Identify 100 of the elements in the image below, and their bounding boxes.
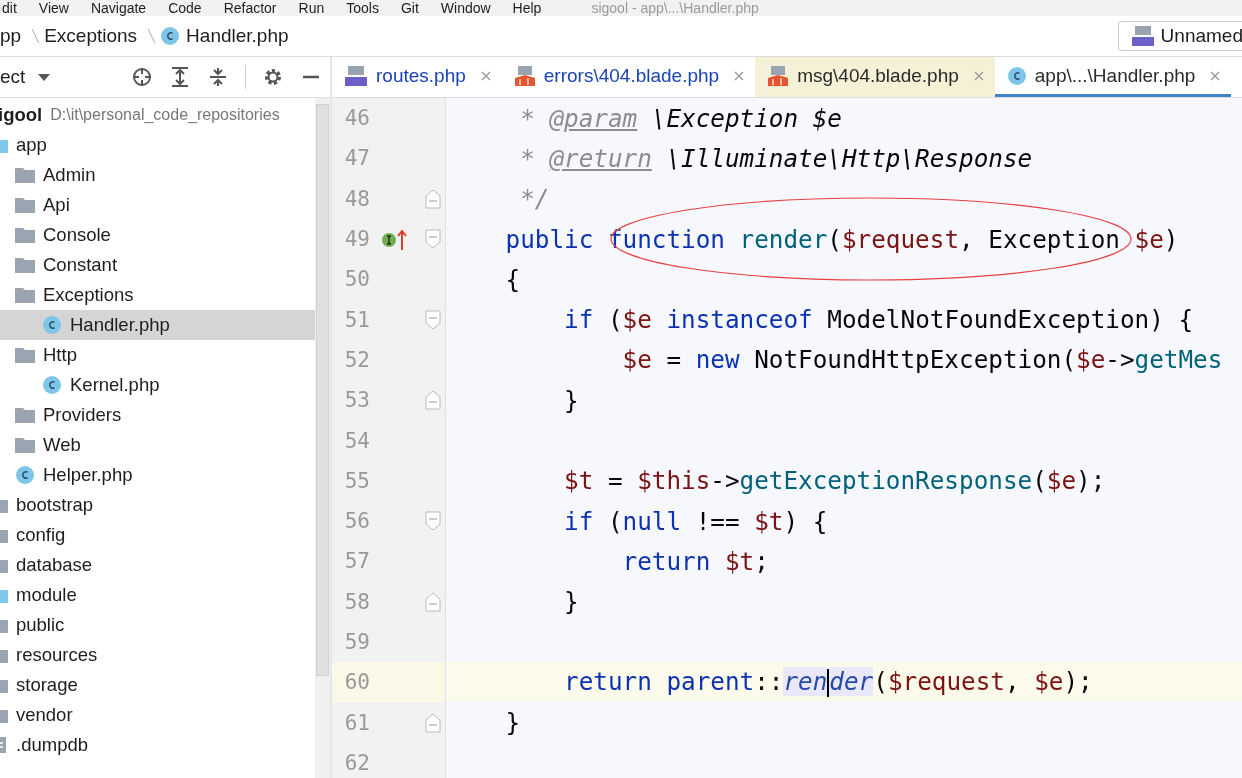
tree-item[interactable]: Admin: [0, 160, 315, 190]
code-line: $t = $this->getExceptionResponse($e);: [563, 466, 1106, 496]
fold-icon[interactable]: [424, 188, 441, 209]
line-number: 48: [343, 186, 370, 211]
menu-item[interactable]: Help: [512, 0, 542, 16]
tree-item[interactable]: module: [0, 580, 315, 610]
breadcrumb-item[interactable]: Exceptions: [44, 25, 142, 47]
editor-tab[interactable]: routes.php: [332, 57, 502, 97]
line-number: 53: [343, 388, 370, 413]
menu-item[interactable]: Navigate: [90, 0, 147, 16]
scrollbar-thumb[interactable]: [316, 104, 329, 676]
breadcrumb-item[interactable]: Handler.php: [160, 25, 293, 47]
implements-marker-icon[interactable]: [381, 227, 409, 252]
folder-icon: [15, 437, 35, 453]
collapse-all-icon[interactable]: [207, 66, 229, 88]
tree-item[interactable]: Providers: [0, 400, 315, 430]
line-number: 56: [343, 509, 370, 534]
fold-icon[interactable]: [424, 309, 441, 330]
code-line: }: [504, 708, 521, 738]
line-number: 50: [343, 267, 370, 292]
folder-icon: [15, 257, 35, 273]
folder-icon: [15, 227, 35, 243]
class-icon: [160, 26, 181, 46]
editor-tab[interactable]: errors\404.blade.php: [501, 57, 756, 97]
menu-item[interactable]: Run: [298, 0, 325, 16]
project-path: D:\it\personal_code_repositories: [50, 106, 280, 124]
class-file-icon: [1006, 65, 1027, 86]
fold-icon[interactable]: [424, 511, 441, 532]
line-number: 54: [343, 428, 370, 453]
project-name: igool: [0, 104, 43, 126]
crosshair-icon[interactable]: [131, 66, 153, 88]
close-icon[interactable]: [479, 69, 492, 82]
code-line: public function render($request, Exception $e): [504, 224, 1179, 254]
tree-item[interactable]: resources: [0, 640, 315, 670]
tree-item[interactable]: Console: [0, 220, 315, 250]
run-configuration-button[interactable]: Unnamed: [1117, 21, 1242, 51]
tree-item[interactable]: Web: [0, 430, 315, 460]
class-icon: [15, 465, 35, 485]
menu-item[interactable]: Code: [168, 0, 202, 16]
line-number: 62: [343, 750, 370, 775]
fold-icon[interactable]: [424, 390, 441, 411]
panel-title-dropdown[interactable]: ect: [0, 66, 26, 88]
code-line: {: [504, 264, 521, 294]
line-number: 52: [343, 347, 370, 372]
tree-item[interactable]: Api: [0, 190, 315, 220]
menu-item[interactable]: Tools: [346, 0, 379, 16]
fold-icon[interactable]: [424, 712, 441, 733]
tree-item[interactable]: app: [0, 130, 315, 160]
caret-icon[interactable]: [37, 72, 52, 82]
editor-tab[interactable]: msg\404.blade.php: [755, 57, 995, 97]
menu-item[interactable]: Git: [400, 0, 419, 16]
breadcrumb-item[interactable]: pp: [0, 25, 26, 47]
tree-item[interactable]: .dumpdb: [0, 730, 315, 760]
folder-icon: [15, 407, 35, 423]
class-icon: [42, 375, 62, 395]
tree-item[interactable]: config: [0, 520, 315, 550]
code-line: }: [563, 587, 579, 617]
tree-item[interactable]: Exceptions: [0, 280, 315, 310]
folder-icon: [15, 287, 35, 303]
tree-item[interactable]: Handler.php: [0, 310, 315, 340]
code-line: */: [519, 184, 550, 214]
menu-item[interactable]: Refactor: [223, 0, 277, 16]
tree-item[interactable]: Helper.php: [0, 460, 315, 490]
menu-item[interactable]: Window: [440, 0, 491, 16]
menu-item[interactable]: dit: [2, 0, 17, 16]
class-icon: [42, 315, 62, 335]
tree-item[interactable]: database: [0, 550, 315, 580]
code-line: return $t;: [621, 546, 769, 576]
close-icon[interactable]: [972, 69, 985, 82]
settings-icon[interactable]: [262, 66, 284, 88]
tree-item[interactable]: vendor: [0, 700, 315, 730]
close-icon[interactable]: [733, 69, 746, 82]
blade-file-icon: [513, 64, 536, 87]
php-file-icon: [344, 64, 368, 87]
close-icon[interactable]: [1209, 69, 1222, 82]
code-line: return parent::render($request, $e);: [563, 667, 1093, 698]
tree-item[interactable]: Http: [0, 340, 315, 370]
fold-icon[interactable]: [424, 229, 441, 250]
tree-item[interactable]: public: [0, 610, 315, 640]
code-line: * @return \Illuminate\Http\Response: [519, 143, 1033, 173]
php-icon: [1130, 25, 1155, 47]
code-line: $e = new NotFoundHttpException($e->getMes: [621, 345, 1223, 375]
tree-item[interactable]: storage: [0, 670, 315, 700]
line-number: 47: [343, 146, 370, 171]
code-line: }: [563, 385, 579, 415]
code-line: if (null !== $t) {: [563, 506, 828, 536]
tree-item[interactable]: Kernel.php: [0, 370, 315, 400]
code-line: * @param \Exception $e: [519, 103, 842, 133]
tree-item[interactable]: bootstrap: [0, 490, 315, 520]
tree-item[interactable]: Constant: [0, 250, 315, 280]
line-number: 57: [343, 549, 370, 574]
fold-icon[interactable]: [424, 591, 441, 612]
blade-file-icon: [767, 64, 790, 87]
code-line: if ($e instanceof ModelNotFoundException) {: [563, 305, 1194, 335]
line-number: 59: [343, 630, 370, 654]
line-number: 58: [343, 589, 370, 614]
folder-icon: [15, 167, 35, 183]
expand-all-icon[interactable]: [169, 66, 191, 88]
menu-item[interactable]: View: [38, 0, 69, 16]
folder-icon: [15, 197, 35, 213]
